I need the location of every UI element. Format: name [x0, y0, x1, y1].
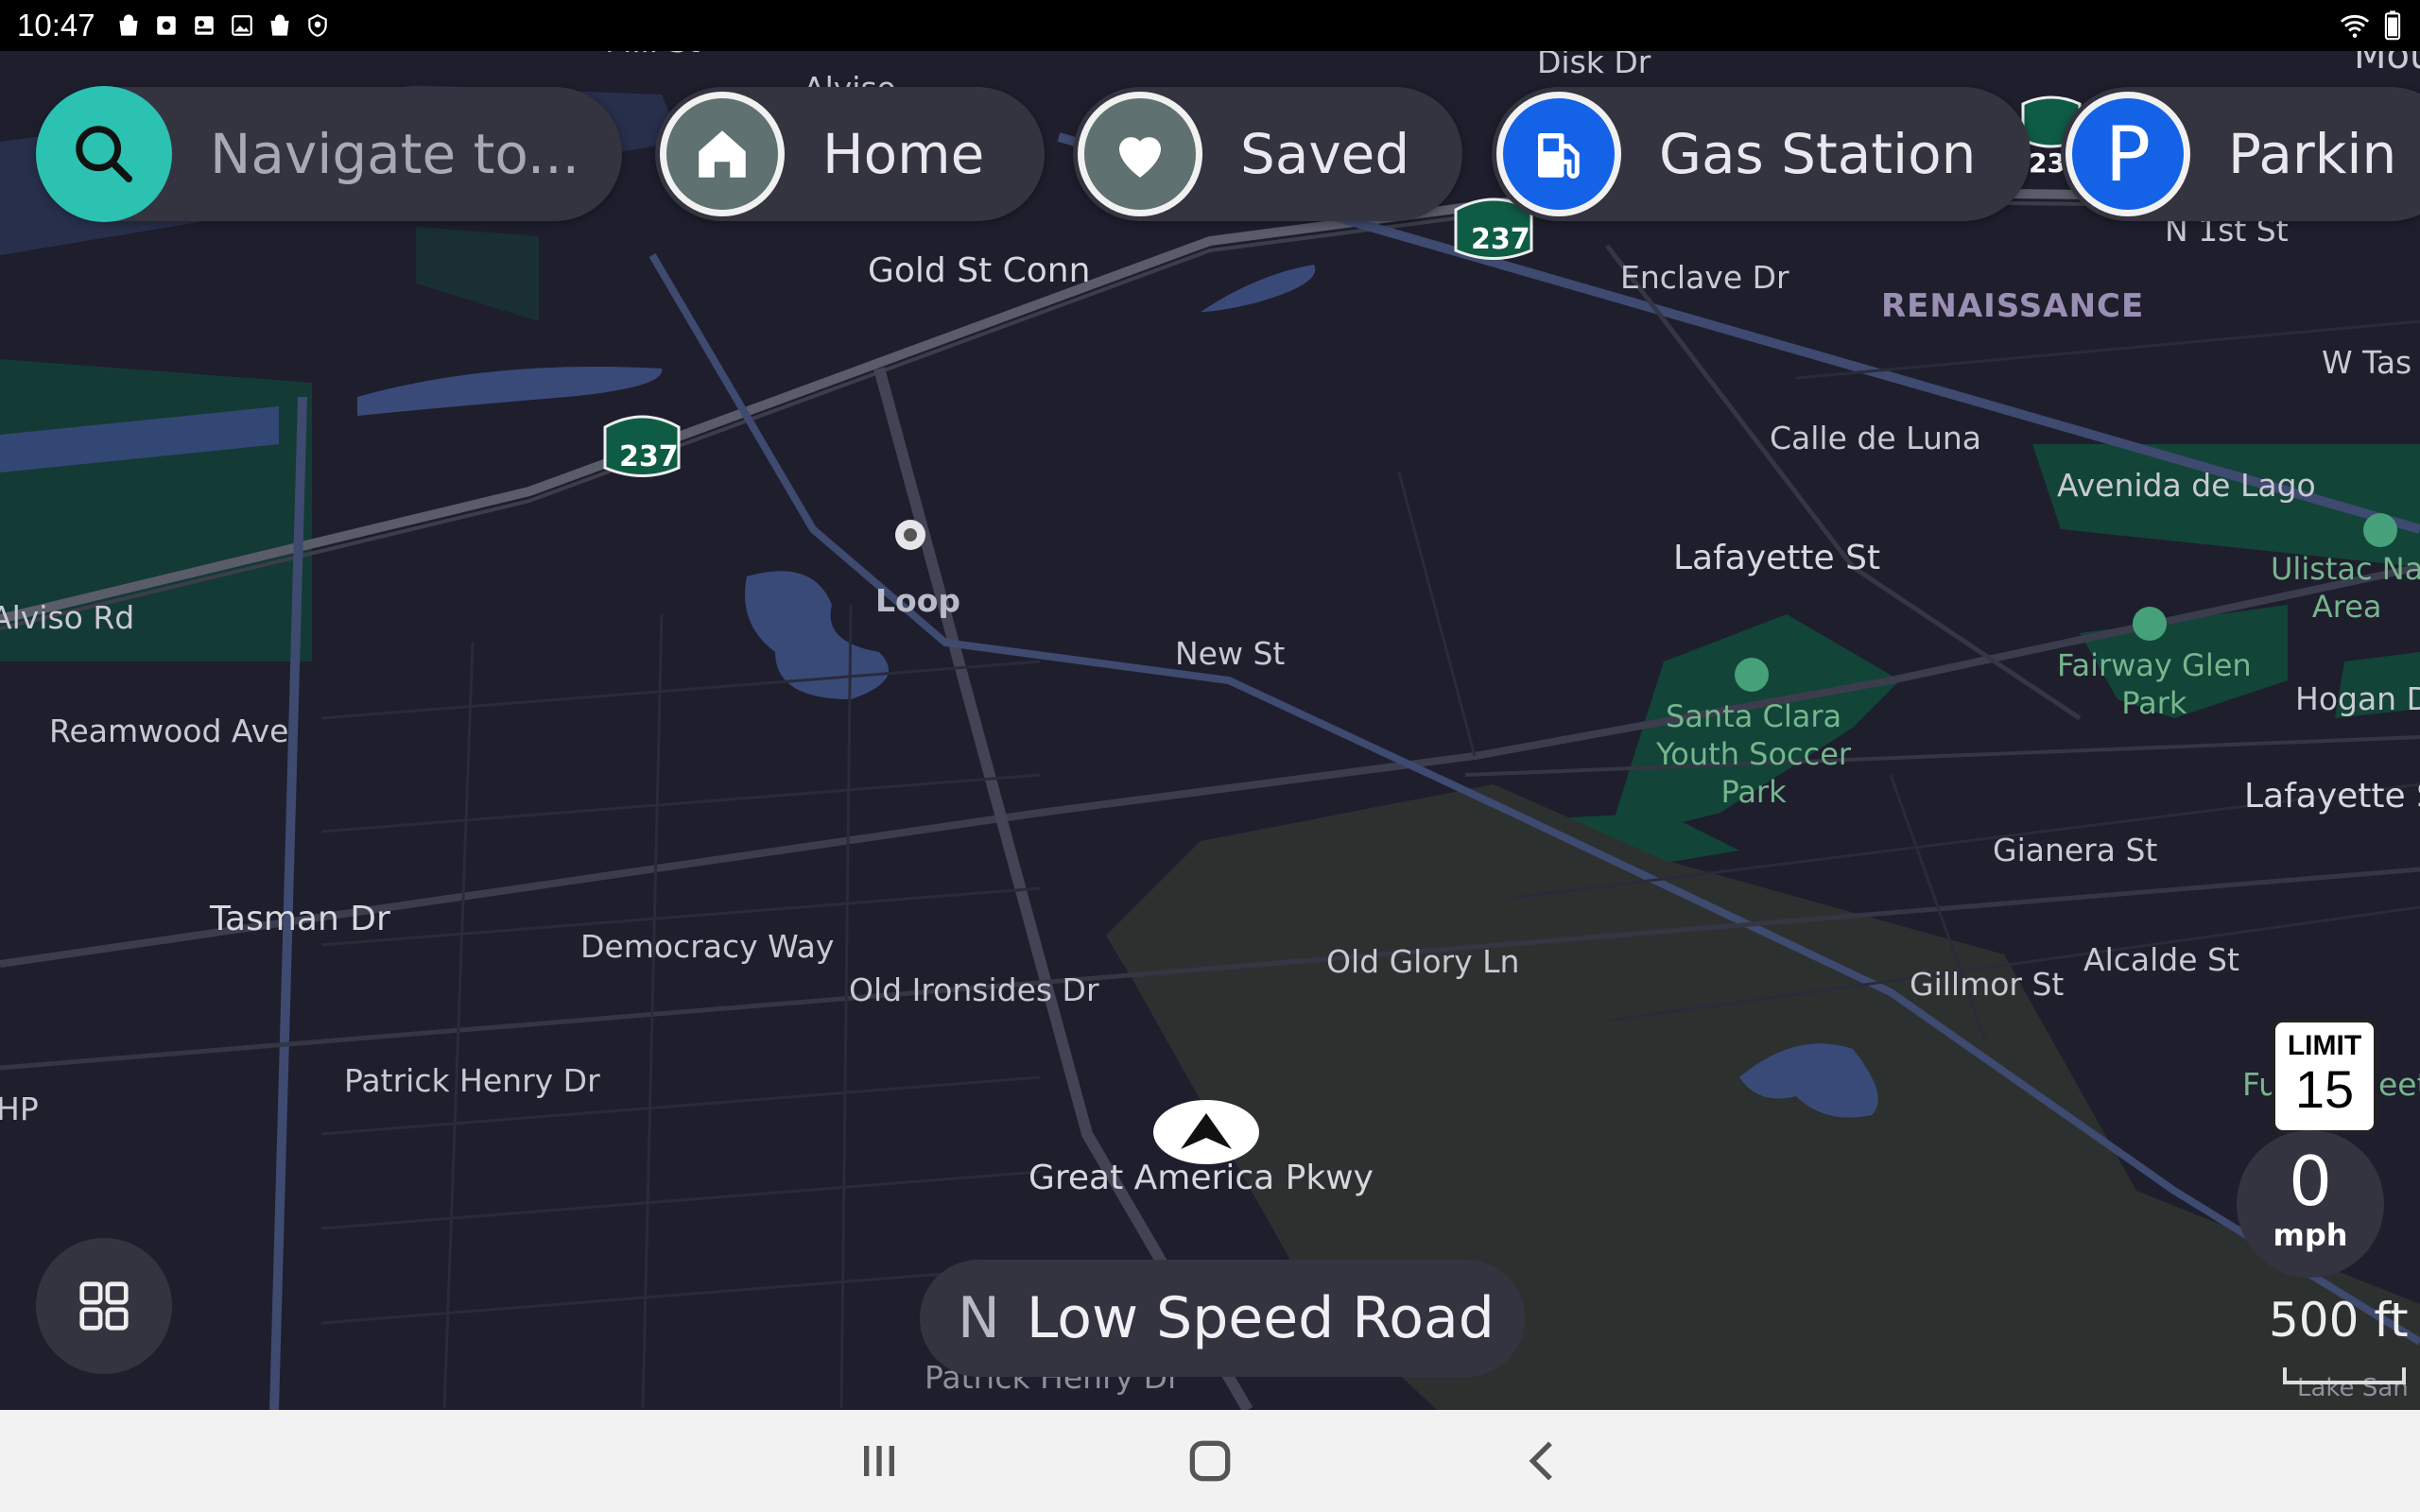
shield-icon — [307, 13, 327, 37]
map-scale-label: 500 ft — [2269, 1293, 2409, 1348]
map-label: Tasman Dr — [210, 900, 390, 938]
map-label: Lafayette St — [1673, 539, 1881, 577]
map-view[interactable]: 237 237 237 Disk Dr Mill St Alviso Mou G… — [0, 51, 2420, 1410]
search-button[interactable] — [36, 86, 172, 222]
map-label: Mill St — [605, 51, 700, 60]
grid-icon — [79, 1281, 129, 1331]
speed-limit-title: LIMIT — [2287, 1030, 2362, 1061]
battery-icon — [2384, 10, 2401, 41]
map-label: Gianera St — [1993, 832, 2158, 868]
apps-grid-button[interactable] — [36, 1238, 172, 1374]
map-label: eet — [2378, 1066, 2420, 1103]
park-marker-icon — [1735, 658, 1769, 692]
map-park-label: Santa Clara Youth Soccer Park — [1656, 698, 1852, 810]
status-time: 10:47 — [17, 8, 95, 43]
search-icon — [76, 126, 133, 183]
shortcut-label: Home — [822, 122, 985, 186]
shortcut-label: Saved — [1240, 122, 1410, 186]
home-nav-icon[interactable] — [1180, 1431, 1240, 1491]
current-location-icon — [1153, 1100, 1259, 1164]
map-label: Alcalde St — [2083, 941, 2239, 978]
image-icon — [231, 15, 252, 36]
map-transit-label: Loop — [875, 582, 960, 619]
search-input[interactable]: Navigate to... — [210, 122, 579, 186]
recent-apps-icon[interactable] — [849, 1431, 909, 1491]
map-label: Great America Pkwy — [1028, 1159, 1374, 1197]
map-label: Gillmor St — [1910, 966, 2065, 1003]
map-park-label: Fairway Glen Park — [2057, 647, 2252, 721]
status-system-icons — [2337, 9, 2403, 42]
search-bar[interactable]: Navigate to... — [36, 86, 622, 222]
shopping-bag-icon — [119, 14, 138, 36]
park-marker-icon — [2133, 607, 2167, 641]
sim-icon — [156, 16, 176, 35]
status-bar: 10:47 — [0, 0, 2420, 51]
park-marker-icon — [2363, 513, 2397, 547]
system-navigation-bar — [0, 1410, 2420, 1512]
highway-shield-number: 237 — [619, 440, 679, 473]
map-label: Mou — [2354, 51, 2420, 77]
shortcut-saved[interactable]: Saved — [1073, 87, 1462, 221]
map-label: Lafayette S — [2244, 777, 2420, 816]
speedometer: 0 mph — [2237, 1130, 2384, 1278]
wifi-icon — [2340, 14, 2370, 38]
map-label: Democracy Way — [580, 928, 835, 965]
shortcut-label: Parkin — [2228, 122, 2397, 186]
shortcut-gas-station[interactable]: Gas Station — [1492, 87, 2031, 221]
shopping-bag-icon — [270, 14, 289, 36]
map-label: Enclave Dr — [1620, 259, 1789, 296]
current-road-panel: N Low Speed Road — [920, 1260, 1525, 1377]
shortcut-label: Gas Station — [1659, 122, 1977, 186]
map-label: Calle de Luna — [1770, 420, 1981, 456]
map-canvas[interactable] — [0, 51, 2420, 1410]
map-label: Patrick Henry Dr — [344, 1062, 600, 1099]
highway-shield-number: 237 — [1471, 223, 1530, 256]
current-speed: 0 — [2289, 1142, 2332, 1221]
map-label: HP — [0, 1091, 39, 1127]
map-label: Hogan D — [2295, 680, 2420, 717]
parking-icon: P — [2066, 92, 2190, 216]
map-label: Reamwood Ave — [49, 713, 289, 749]
speed-unit: mph — [2273, 1217, 2348, 1253]
heading-direction: N — [958, 1285, 1000, 1351]
map-label: W Tas — [2322, 344, 2412, 381]
shortcut-parking[interactable]: P Parkin — [2061, 87, 2420, 221]
home-icon — [699, 130, 746, 178]
speed-limit-value: 15 — [2294, 1059, 2355, 1119]
map-area-label: RENAISSANCE — [1881, 287, 2145, 325]
status-notification-icons — [116, 13, 330, 38]
contacts-icon — [194, 16, 214, 35]
map-label: Old Glory Ln — [1326, 943, 1520, 980]
back-icon[interactable] — [1512, 1431, 1573, 1491]
speed-limit-sign: LIMIT 15 — [2272, 1019, 2377, 1134]
map-label: Gold St Conn — [868, 251, 1091, 290]
gas-station-icon — [1538, 133, 1580, 179]
current-road-name: Low Speed Road — [1026, 1285, 1495, 1351]
map-label: Disk Dr — [1537, 51, 1651, 80]
map-label: Old Ironsides Dr — [849, 971, 1099, 1008]
heart-icon — [1119, 137, 1161, 178]
shortcut-home[interactable]: Home — [655, 87, 1045, 221]
map-label: New St — [1175, 635, 1286, 672]
map-label: Avenida de Lago — [2057, 467, 2316, 504]
map-park-label: Ulistac Na Area — [2271, 551, 2420, 625]
map-scale-bar — [2283, 1367, 2406, 1384]
map-label: Alviso Rd — [0, 599, 135, 636]
